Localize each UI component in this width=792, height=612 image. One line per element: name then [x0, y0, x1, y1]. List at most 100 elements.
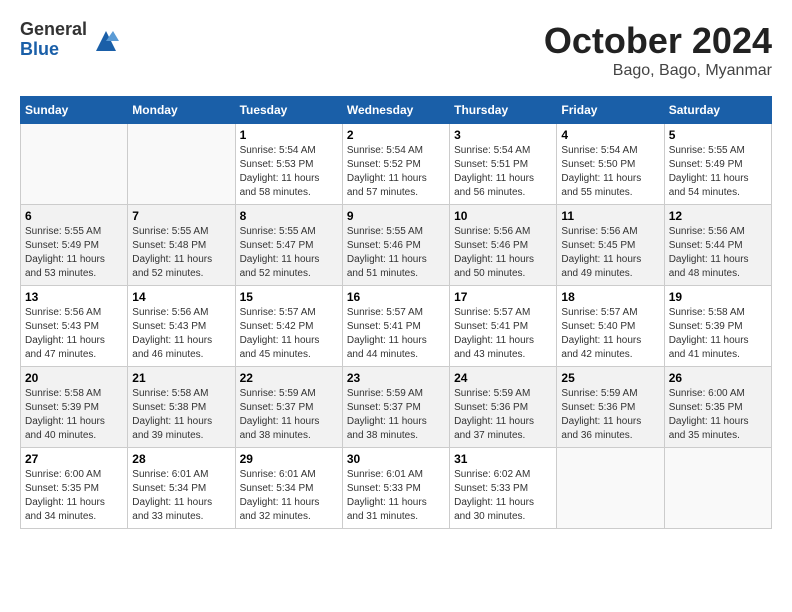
- calendar-cell: 4 Sunrise: 5:54 AM Sunset: 5:50 PM Daylig…: [557, 124, 664, 205]
- calendar-cell: 21 Sunrise: 5:58 AM Sunset: 5:38 PM Dayli…: [128, 367, 235, 448]
- day-number: 26: [669, 371, 767, 385]
- day-info: Sunrise: 5:54 AM Sunset: 5:53 PM Dayligh…: [240, 144, 338, 200]
- day-info: Sunrise: 5:57 AM Sunset: 5:40 PM Dayligh…: [561, 306, 659, 362]
- column-header-monday: Monday: [128, 97, 235, 124]
- calendar-cell: 11 Sunrise: 5:56 AM Sunset: 5:45 PM Dayli…: [557, 205, 664, 286]
- page-header: General Blue October 2024 Bago, Bago, My…: [20, 20, 772, 80]
- day-info: Sunrise: 5:59 AM Sunset: 5:36 PM Dayligh…: [561, 387, 659, 443]
- logo-text-group: General Blue: [20, 20, 87, 60]
- day-number: 5: [669, 128, 767, 142]
- day-number: 29: [240, 452, 338, 466]
- day-info: Sunrise: 5:55 AM Sunset: 5:46 PM Dayligh…: [347, 225, 445, 281]
- day-number: 16: [347, 290, 445, 304]
- day-number: 9: [347, 209, 445, 223]
- calendar-cell: 14 Sunrise: 5:56 AM Sunset: 5:43 PM Dayli…: [128, 286, 235, 367]
- day-number: 8: [240, 209, 338, 223]
- day-number: 31: [454, 452, 552, 466]
- day-info: Sunrise: 5:58 AM Sunset: 5:39 PM Dayligh…: [25, 387, 123, 443]
- calendar-header: SundayMondayTuesdayWednesdayThursdayFrid…: [21, 97, 772, 124]
- day-info: Sunrise: 5:55 AM Sunset: 5:48 PM Dayligh…: [132, 225, 230, 281]
- day-info: Sunrise: 5:59 AM Sunset: 5:37 PM Dayligh…: [240, 387, 338, 443]
- day-number: 24: [454, 371, 552, 385]
- day-number: 23: [347, 371, 445, 385]
- calendar-cell: 8 Sunrise: 5:55 AM Sunset: 5:47 PM Daylig…: [235, 205, 342, 286]
- day-info: Sunrise: 5:57 AM Sunset: 5:41 PM Dayligh…: [347, 306, 445, 362]
- day-info: Sunrise: 5:58 AM Sunset: 5:39 PM Dayligh…: [669, 306, 767, 362]
- calendar-week-3: 13 Sunrise: 5:56 AM Sunset: 5:43 PM Dayli…: [21, 286, 772, 367]
- logo-general: General: [20, 20, 87, 40]
- calendar-week-1: 1 Sunrise: 5:54 AM Sunset: 5:53 PM Daylig…: [21, 124, 772, 205]
- calendar-cell: 23 Sunrise: 5:59 AM Sunset: 5:37 PM Dayli…: [342, 367, 449, 448]
- column-header-wednesday: Wednesday: [342, 97, 449, 124]
- day-number: 1: [240, 128, 338, 142]
- calendar-cell: [664, 448, 771, 529]
- month-title: October 2024: [544, 20, 772, 62]
- calendar-cell: 6 Sunrise: 5:55 AM Sunset: 5:49 PM Daylig…: [21, 205, 128, 286]
- calendar-cell: 3 Sunrise: 5:54 AM Sunset: 5:51 PM Daylig…: [450, 124, 557, 205]
- calendar-cell: 29Sunrise: 6:01 AM Sunset: 5:34 PM Dayli…: [235, 448, 342, 529]
- day-info: Sunrise: 6:02 AM Sunset: 5:33 PM Dayligh…: [454, 468, 552, 524]
- day-header-row: SundayMondayTuesdayWednesdayThursdayFrid…: [21, 97, 772, 124]
- day-number: 27: [25, 452, 123, 466]
- day-number: 14: [132, 290, 230, 304]
- calendar-cell: 18Sunrise: 5:57 AM Sunset: 5:40 PM Dayli…: [557, 286, 664, 367]
- day-info: Sunrise: 5:59 AM Sunset: 5:37 PM Dayligh…: [347, 387, 445, 443]
- calendar-cell: 27 Sunrise: 6:00 AM Sunset: 5:35 PM Dayli…: [21, 448, 128, 529]
- calendar-cell: 22Sunrise: 5:59 AM Sunset: 5:37 PM Dayli…: [235, 367, 342, 448]
- day-info: Sunrise: 5:55 AM Sunset: 5:49 PM Dayligh…: [669, 144, 767, 200]
- day-info: Sunrise: 5:56 AM Sunset: 5:43 PM Dayligh…: [132, 306, 230, 362]
- day-number: 13: [25, 290, 123, 304]
- calendar-body: 1 Sunrise: 5:54 AM Sunset: 5:53 PM Daylig…: [21, 124, 772, 529]
- day-info: Sunrise: 5:58 AM Sunset: 5:38 PM Dayligh…: [132, 387, 230, 443]
- day-number: 25: [561, 371, 659, 385]
- calendar-cell: 15Sunrise: 5:57 AM Sunset: 5:42 PM Dayli…: [235, 286, 342, 367]
- calendar-cell: 26 Sunrise: 6:00 AM Sunset: 5:35 PM Dayli…: [664, 367, 771, 448]
- day-info: Sunrise: 5:57 AM Sunset: 5:42 PM Dayligh…: [240, 306, 338, 362]
- title-section: October 2024 Bago, Bago, Myanmar: [544, 20, 772, 80]
- day-info: Sunrise: 5:54 AM Sunset: 5:50 PM Dayligh…: [561, 144, 659, 200]
- calendar-cell: 10 Sunrise: 5:56 AM Sunset: 5:46 PM Dayli…: [450, 205, 557, 286]
- day-number: 30: [347, 452, 445, 466]
- column-header-friday: Friday: [557, 97, 664, 124]
- day-number: 4: [561, 128, 659, 142]
- day-info: Sunrise: 5:56 AM Sunset: 5:45 PM Dayligh…: [561, 225, 659, 281]
- calendar-cell: 9 Sunrise: 5:55 AM Sunset: 5:46 PM Daylig…: [342, 205, 449, 286]
- day-number: 19: [669, 290, 767, 304]
- day-number: 17: [454, 290, 552, 304]
- calendar-cell: 12 Sunrise: 5:56 AM Sunset: 5:44 PM Dayli…: [664, 205, 771, 286]
- calendar-cell: 30Sunrise: 6:01 AM Sunset: 5:33 PM Dayli…: [342, 448, 449, 529]
- day-number: 6: [25, 209, 123, 223]
- column-header-sunday: Sunday: [21, 97, 128, 124]
- day-number: 3: [454, 128, 552, 142]
- day-number: 10: [454, 209, 552, 223]
- calendar-cell: 17Sunrise: 5:57 AM Sunset: 5:41 PM Dayli…: [450, 286, 557, 367]
- day-info: Sunrise: 6:00 AM Sunset: 5:35 PM Dayligh…: [669, 387, 767, 443]
- day-number: 12: [669, 209, 767, 223]
- day-number: 11: [561, 209, 659, 223]
- calendar-cell: 7 Sunrise: 5:55 AM Sunset: 5:48 PM Daylig…: [128, 205, 235, 286]
- calendar-cell: 2 Sunrise: 5:54 AM Sunset: 5:52 PM Daylig…: [342, 124, 449, 205]
- calendar-cell: [21, 124, 128, 205]
- calendar-cell: 25 Sunrise: 5:59 AM Sunset: 5:36 PM Dayli…: [557, 367, 664, 448]
- calendar-cell: [128, 124, 235, 205]
- day-info: Sunrise: 5:54 AM Sunset: 5:52 PM Dayligh…: [347, 144, 445, 200]
- day-info: Sunrise: 5:55 AM Sunset: 5:47 PM Dayligh…: [240, 225, 338, 281]
- day-info: Sunrise: 5:59 AM Sunset: 5:36 PM Dayligh…: [454, 387, 552, 443]
- day-info: Sunrise: 6:01 AM Sunset: 5:34 PM Dayligh…: [132, 468, 230, 524]
- calendar-week-4: 20Sunrise: 5:58 AM Sunset: 5:39 PM Dayli…: [21, 367, 772, 448]
- day-info: Sunrise: 5:55 AM Sunset: 5:49 PM Dayligh…: [25, 225, 123, 281]
- calendar-cell: 1 Sunrise: 5:54 AM Sunset: 5:53 PM Daylig…: [235, 124, 342, 205]
- day-number: 7: [132, 209, 230, 223]
- day-info: Sunrise: 6:00 AM Sunset: 5:35 PM Dayligh…: [25, 468, 123, 524]
- day-info: Sunrise: 5:56 AM Sunset: 5:44 PM Dayligh…: [669, 225, 767, 281]
- calendar-cell: 24 Sunrise: 5:59 AM Sunset: 5:36 PM Dayli…: [450, 367, 557, 448]
- day-number: 28: [132, 452, 230, 466]
- logo-wordmark: General Blue: [20, 20, 87, 60]
- day-info: Sunrise: 5:56 AM Sunset: 5:46 PM Dayligh…: [454, 225, 552, 281]
- calendar-cell: 28 Sunrise: 6:01 AM Sunset: 5:34 PM Dayli…: [128, 448, 235, 529]
- day-info: Sunrise: 5:54 AM Sunset: 5:51 PM Dayligh…: [454, 144, 552, 200]
- calendar-cell: 20Sunrise: 5:58 AM Sunset: 5:39 PM Dayli…: [21, 367, 128, 448]
- day-number: 2: [347, 128, 445, 142]
- column-header-tuesday: Tuesday: [235, 97, 342, 124]
- day-number: 21: [132, 371, 230, 385]
